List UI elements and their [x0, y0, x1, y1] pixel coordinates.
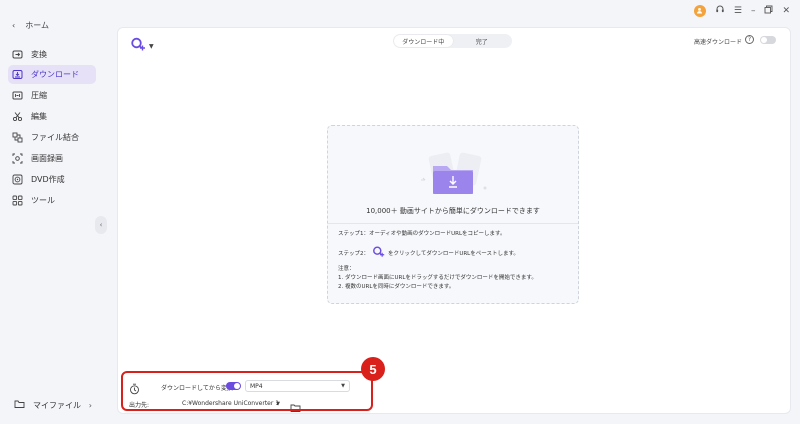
- restore-icon[interactable]: [764, 5, 773, 17]
- tab-downloading[interactable]: ダウンロード中: [394, 35, 453, 47]
- home-link[interactable]: ‹ ホーム: [12, 20, 49, 31]
- folder-icon: [14, 399, 25, 411]
- step1-text: ステップ1：オーディオや動画のダウンロードURLをコピーします。: [338, 231, 506, 237]
- sidebar-item-convert[interactable]: 変換: [8, 45, 96, 64]
- dropdown-arrow-icon: ▼: [149, 42, 154, 50]
- my-files-label: マイファイル: [33, 400, 81, 410]
- divider: [328, 223, 578, 224]
- avatar[interactable]: [693, 4, 706, 17]
- tab-completed[interactable]: 完了: [453, 35, 512, 47]
- highlight-box: [121, 371, 373, 411]
- dropzone-title: 10,000＋ 動画サイトから簡単にダウンロードできます: [366, 207, 540, 215]
- folder-download-illustration: [421, 152, 487, 194]
- sidebar-item-label: DVD作成: [31, 175, 65, 184]
- compress-icon: [12, 90, 23, 101]
- step2-text: ステップ2： をクリックしてダウンロードURLをペーストします。: [338, 245, 519, 260]
- add-link-icon: [372, 245, 385, 260]
- high-speed-download-toggle[interactable]: [760, 36, 776, 44]
- close-icon[interactable]: ✕: [782, 6, 790, 16]
- help-icon[interactable]: ?: [745, 35, 754, 44]
- high-speed-download-label: 高速ダウンロード: [693, 39, 742, 46]
- window-controls: ☰ – ✕: [693, 4, 790, 17]
- sidebar-item-label: 画面録画: [31, 154, 63, 163]
- step-number-badge: 5: [361, 357, 385, 381]
- sidebar-item-compress[interactable]: 圧縮: [8, 86, 96, 105]
- chevron-right-icon: ›: [88, 400, 92, 410]
- headset-icon[interactable]: [715, 4, 725, 17]
- chevron-left-icon: ‹: [12, 21, 16, 30]
- sidebar-collapse-button[interactable]: ‹: [95, 216, 107, 234]
- sidebar-item-label: ダウンロード: [31, 70, 79, 79]
- note-title: 注意：: [338, 266, 355, 272]
- url-drop-zone[interactable]: 10,000＋ 動画サイトから簡単にダウンロードできます ステップ1：オーディオ…: [327, 125, 579, 304]
- sidebar-item-label: 編集: [31, 112, 47, 121]
- convert-icon: [12, 49, 23, 60]
- download-tabs: ダウンロード中 完了: [393, 34, 512, 48]
- sidebar-item-merge[interactable]: ファイル結合: [8, 128, 96, 147]
- sidebar-item-label: 変換: [31, 50, 47, 59]
- sidebar-item-download[interactable]: ダウンロード: [8, 65, 96, 84]
- sidebar-item-label: 圧縮: [31, 91, 47, 100]
- download-panel: ▼ ダウンロード中 完了 高速ダウンロード ? 10,000＋ 動画サイトから簡…: [117, 27, 791, 414]
- sidebar-item-label: ファイル結合: [31, 133, 79, 142]
- scissors-icon: [12, 111, 23, 122]
- merge-icon: [12, 132, 23, 143]
- sidebar-item-edit[interactable]: 編集: [8, 107, 96, 126]
- add-download-button[interactable]: ▼: [130, 36, 154, 56]
- tools-icon: [12, 195, 23, 206]
- sidebar-item-tools[interactable]: ツール: [8, 191, 96, 210]
- dvd-icon: [12, 174, 23, 185]
- note-line-2: 2. 複数のURLを同時にダウンロードできます。: [338, 284, 455, 290]
- note-line-1: 1. ダウンロード画面にURLをドラッグするだけでダウンロードを開始できます。: [338, 275, 537, 281]
- menu-icon[interactable]: ☰: [734, 6, 742, 16]
- sidebar-item-screen-record[interactable]: 画面録画: [8, 149, 96, 168]
- my-files-button[interactable]: マイファイル ›: [8, 396, 98, 414]
- sidebar: ‹ ホーム 変換 ダウンロード 圧縮 編集 ファイル結合 画面録画 DVD作成 …: [0, 0, 108, 424]
- sidebar-item-dvd[interactable]: DVD作成: [8, 170, 96, 189]
- add-link-icon: [130, 36, 146, 56]
- home-label: ホーム: [25, 21, 49, 30]
- screen-record-icon: [12, 153, 23, 164]
- download-icon: [12, 69, 23, 80]
- chevron-left-icon: ‹: [99, 221, 103, 229]
- sidebar-item-label: ツール: [31, 196, 55, 205]
- minimize-icon[interactable]: –: [751, 6, 756, 16]
